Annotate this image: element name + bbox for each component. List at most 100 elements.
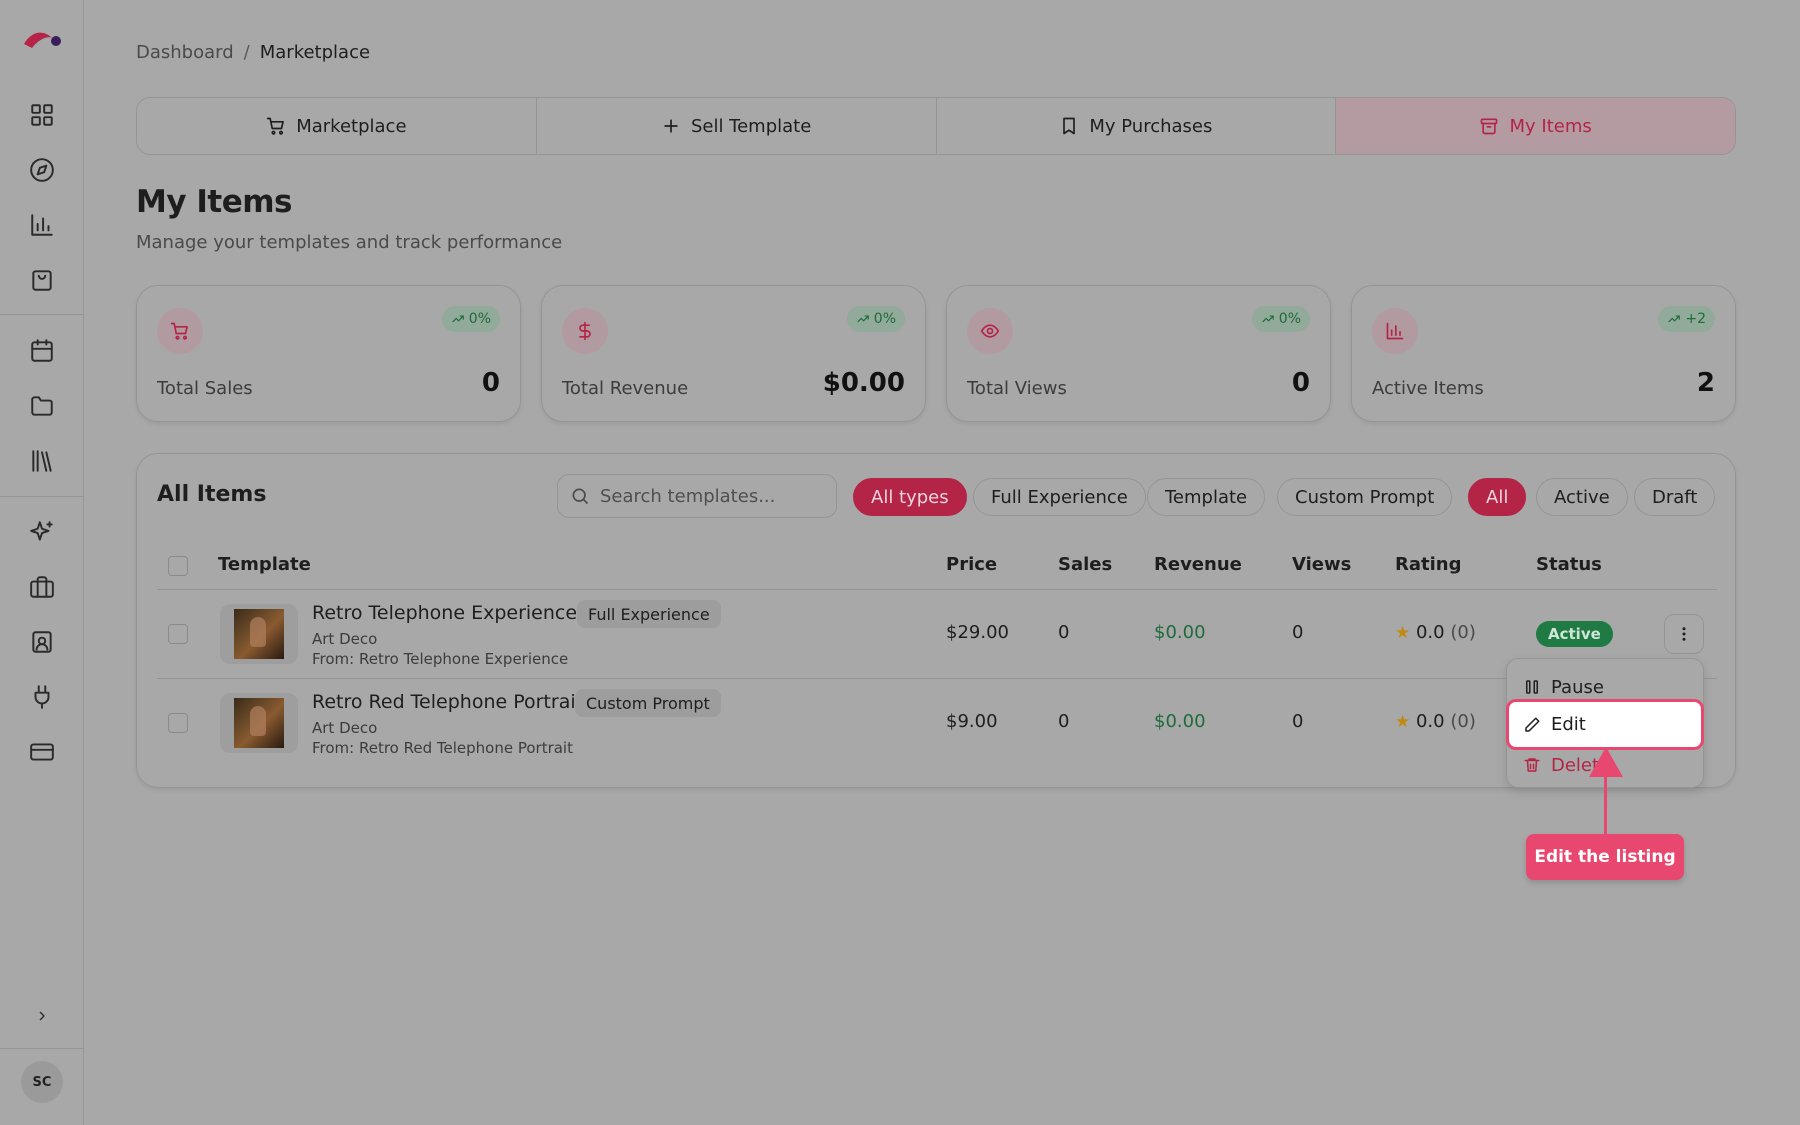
dashboard-grid-icon[interactable]	[27, 100, 57, 130]
annotation-arrow-head	[1589, 747, 1623, 777]
trend-value: 0%	[468, 311, 491, 327]
select-all-checkbox[interactable]	[168, 556, 188, 576]
sidebar-divider	[0, 496, 84, 497]
bookmark-icon	[1063, 117, 1076, 135]
rating-cell: ★ 0.0 (0)	[1395, 622, 1476, 643]
star-icon: ★	[1395, 712, 1411, 732]
breadcrumb-current: Marketplace	[259, 42, 371, 63]
menu-item-delete[interactable]: Delet	[1523, 751, 1599, 779]
trend-value: +2	[1685, 311, 1706, 327]
sidebar: SC	[0, 0, 84, 1125]
template-type-tag: Full Experience	[577, 600, 721, 628]
column-header-rating[interactable]: Rating	[1395, 554, 1461, 575]
annotation-callout: Edit the listing	[1526, 834, 1684, 880]
status-chip-all[interactable]: All	[1468, 478, 1527, 516]
filter-chip-custom-prompt[interactable]: Custom Prompt	[1277, 478, 1453, 516]
panel-title: All Items	[157, 482, 267, 507]
contact-card-icon[interactable]	[27, 627, 57, 657]
plug-icon[interactable]	[27, 682, 57, 712]
pencil-icon	[1525, 717, 1540, 732]
trend-badge: 0%	[846, 306, 905, 332]
user-avatar[interactable]: SC	[21, 1061, 63, 1103]
stat-card-total-sales: 0% Total Sales 0	[136, 285, 521, 422]
template-source: From: Retro Telephone Experience	[312, 650, 569, 668]
trend-badge: 0%	[441, 306, 500, 332]
stat-value: 0	[1291, 368, 1310, 398]
column-header-views[interactable]: Views	[1292, 554, 1351, 575]
compass-icon[interactable]	[27, 155, 57, 185]
table-row[interactable]: Retro Telephone Experience Full Experien…	[157, 590, 1717, 678]
menu-item-edit[interactable]: Edit	[1506, 699, 1704, 750]
menu-item-pause[interactable]: Pause	[1523, 673, 1604, 701]
template-thumbnail	[220, 693, 298, 753]
trend-badge: +2	[1658, 306, 1715, 332]
stat-label: Active Items	[1372, 378, 1484, 399]
tab-label: Marketplace	[296, 115, 407, 137]
library-icon[interactable]	[27, 446, 57, 476]
credit-card-icon[interactable]	[27, 737, 57, 767]
plus-icon	[664, 119, 678, 133]
template-source: From: Retro Red Telephone Portrait	[312, 739, 573, 757]
row-actions-button[interactable]	[1664, 614, 1704, 654]
brand-logo[interactable]	[22, 26, 62, 54]
dollar-icon	[562, 308, 608, 354]
all-items-panel: All Items All types Full Experience Temp…	[136, 453, 1736, 788]
search-icon	[572, 488, 589, 505]
cart-icon	[267, 117, 285, 135]
trend-value: 0%	[1278, 311, 1301, 327]
expand-sidebar-button[interactable]	[30, 1004, 54, 1028]
sales-cell: 0	[1058, 711, 1070, 732]
views-cell: 0	[1292, 622, 1304, 643]
tab-my-purchases[interactable]: My Purchases	[937, 98, 1337, 154]
filter-chip-all-types[interactable]: All types	[853, 478, 967, 516]
rating-cell: ★ 0.0 (0)	[1395, 711, 1476, 732]
template-type-tag: Custom Prompt	[575, 689, 721, 717]
marketplace-tabs: Marketplace Sell Template My Purchases M…	[136, 97, 1736, 155]
table-row[interactable]: Retro Red Telephone Portrait Custom Prom…	[157, 679, 1717, 767]
price-cell: $29.00	[946, 622, 1009, 643]
briefcase-icon[interactable]	[27, 572, 57, 602]
column-header-status[interactable]: Status	[1536, 554, 1602, 575]
trending-up-icon	[1668, 315, 1681, 323]
stat-label: Total Sales	[157, 378, 253, 399]
column-header-price[interactable]: Price	[946, 554, 997, 575]
revenue-cell: $0.00	[1154, 622, 1206, 643]
row-checkbox[interactable]	[168, 624, 188, 644]
template-category: Art Deco	[312, 630, 378, 648]
price-cell: $9.00	[946, 711, 998, 732]
rating-value: 0.0	[1415, 711, 1445, 732]
breadcrumb: Dashboard / Marketplace	[136, 42, 370, 63]
template-name[interactable]: Retro Red Telephone Portrait	[312, 691, 583, 713]
stat-value: 2	[1696, 368, 1715, 398]
page-title: My Items	[136, 184, 292, 220]
calendar-icon[interactable]	[27, 336, 57, 366]
tab-marketplace[interactable]: Marketplace	[137, 98, 537, 154]
column-header-revenue[interactable]: Revenue	[1154, 554, 1242, 575]
bar-chart-icon	[1372, 308, 1418, 354]
stat-card-total-views: 0% Total Views 0	[946, 285, 1331, 422]
annotation-arrow-line	[1604, 770, 1607, 834]
status-chip-draft[interactable]: Draft	[1634, 478, 1716, 516]
cart-icon	[157, 308, 203, 354]
tab-sell-template[interactable]: Sell Template	[537, 98, 937, 154]
search-input[interactable]	[600, 485, 820, 507]
filter-chip-full-experience[interactable]: Full Experience	[973, 478, 1146, 516]
more-vertical-icon	[1682, 627, 1686, 641]
template-category: Art Deco	[312, 719, 378, 737]
folder-icon[interactable]	[27, 391, 57, 421]
row-checkbox[interactable]	[168, 713, 188, 733]
status-chip-active[interactable]: Active	[1536, 478, 1628, 516]
column-header-sales[interactable]: Sales	[1058, 554, 1112, 575]
stat-value: $0.00	[822, 368, 905, 398]
filter-chip-template[interactable]: Template	[1147, 478, 1266, 516]
breadcrumb-dashboard-link[interactable]: Dashboard	[136, 42, 234, 63]
shopping-bag-icon[interactable]	[27, 265, 57, 295]
tab-my-items[interactable]: My Items	[1336, 98, 1735, 154]
status-badge: Active	[1536, 621, 1613, 647]
template-name[interactable]: Retro Telephone Experience	[312, 602, 577, 624]
breadcrumb-separator: /	[243, 42, 250, 63]
sales-cell: 0	[1058, 622, 1070, 643]
sparkles-icon[interactable]	[27, 517, 57, 547]
bar-chart-icon[interactable]	[27, 210, 57, 240]
column-header-template[interactable]: Template	[218, 554, 311, 575]
